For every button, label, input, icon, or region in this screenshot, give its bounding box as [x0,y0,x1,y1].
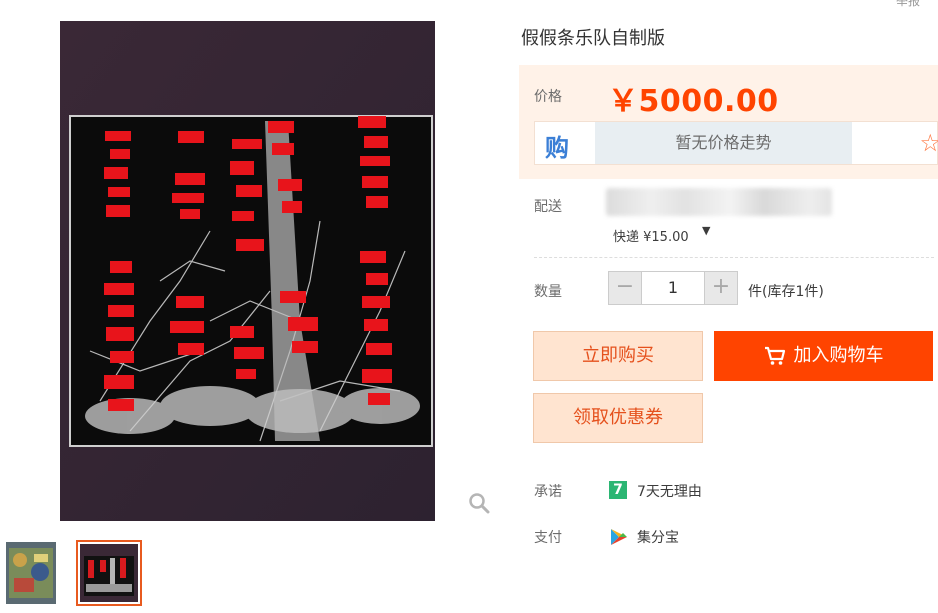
shipping-fee[interactable]: 快递 ¥15.00 [613,226,689,245]
jifenbao-icon [611,529,627,545]
price-trend-text: 暂无价格走势 [595,122,852,164]
stock-text: 件(库存1件) [748,284,824,300]
top-cut-text[interactable]: 举报 [896,0,920,9]
cart-icon [764,346,785,365]
star-icon[interactable]: ☆ [919,129,938,157]
add-to-cart-button[interactable]: 加入购物车 [714,331,933,381]
shipping-address-blurred[interactable] [606,188,832,216]
zoom-icon[interactable] [468,492,490,514]
get-coupon-button[interactable]: 领取优惠券 [533,393,703,443]
price-trend-bar: 购 暂无价格走势 ☆ [534,121,938,165]
price-value: ￥5000.00 [608,84,779,119]
add-to-cart-label: 加入购物车 [793,345,884,366]
promise-label: 承诺 [534,484,562,500]
gou-icon: 购 [545,134,569,162]
thumbnail-2-selected[interactable] [76,540,142,606]
payment-text: 集分宝 [637,530,679,546]
main-product-image [60,21,435,521]
buy-now-button[interactable]: 立即购买 [533,331,703,381]
quantity-stepper: − 1 + [608,271,738,305]
shipping-label: 配送 [534,199,562,215]
quantity-label: 数量 [534,284,562,300]
product-title: 假假条乐队自制版 [521,28,665,49]
thumbnail-1[interactable] [6,542,56,604]
seven-day-icon: 7 [609,481,627,499]
quantity-increase-button[interactable]: + [705,272,737,304]
price-label: 价格 [534,89,562,105]
chevron-down-icon[interactable]: ▼ [702,224,710,237]
quantity-decrease-button[interactable]: − [609,272,641,304]
promise-text[interactable]: 7天无理由 [637,481,702,501]
quantity-input[interactable]: 1 [641,272,705,304]
payment-label: 支付 [534,530,562,546]
divider [534,257,934,258]
